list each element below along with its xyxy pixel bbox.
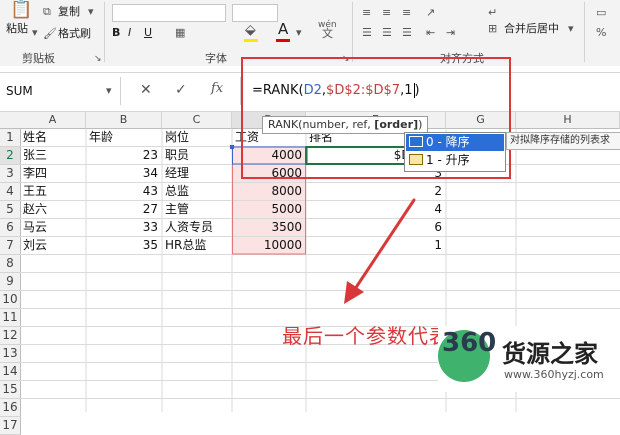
autocomplete-item-label: 0 - 降序 <box>426 135 470 149</box>
arrow-shaft <box>351 198 416 294</box>
watermark: 360 货源之家 www.360hyzj.com <box>438 326 620 392</box>
arrow-head <box>344 281 364 304</box>
autocomplete-description: 对拟降序存储的列表求 <box>506 132 620 150</box>
tooltip-signature: RANK(number, ref, <box>268 118 375 131</box>
reference-handle <box>230 145 234 149</box>
tooltip-current-arg: [order] <box>374 118 419 131</box>
watermark-url: www.360hyzj.com <box>504 368 604 381</box>
autocomplete-item-descending[interactable]: 0 - 降序 <box>406 134 504 151</box>
constant-icon <box>409 136 423 147</box>
watermark-brand: 360 <box>442 328 497 358</box>
autocomplete-item-ascending[interactable]: 1 - 升序 <box>406 152 504 169</box>
autocomplete-list[interactable]: 0 - 降序 1 - 升序 <box>404 132 506 172</box>
reference-border <box>232 146 306 165</box>
watermark-name: 货源之家 <box>502 340 598 368</box>
tooltip-close: ) <box>418 118 423 131</box>
constant-icon <box>409 154 423 165</box>
row-header[interactable]: 17 <box>0 417 21 435</box>
autocomplete-item-label: 1 - 升序 <box>426 153 470 167</box>
